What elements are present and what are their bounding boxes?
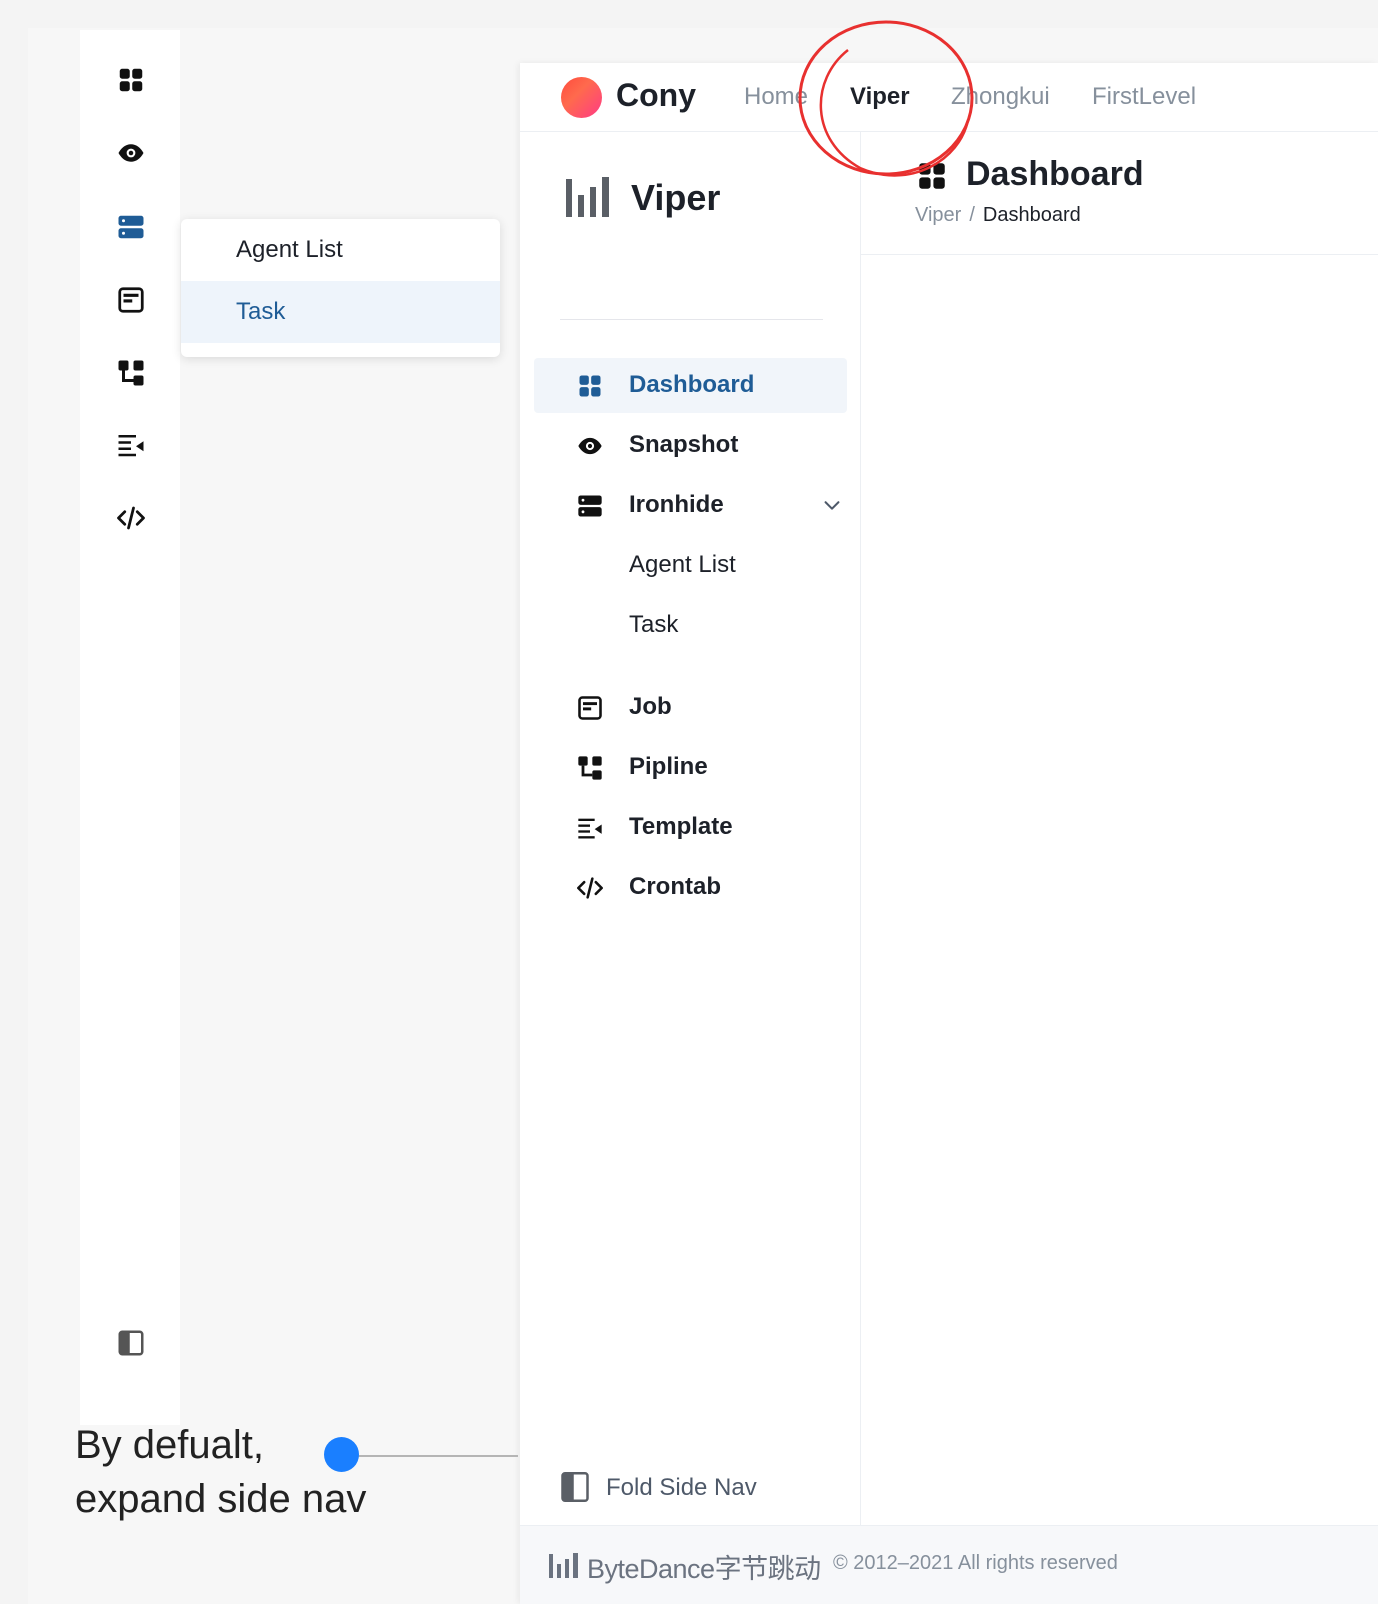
collapsed-side-rail [80, 30, 180, 1425]
server-icon [576, 492, 604, 520]
viper-logo-icon [566, 177, 609, 217]
app-name: Viper [631, 177, 721, 218]
side-nav: Viper Dashboard Snapshot Ironhide Agent … [520, 131, 861, 1526]
page-header: Dashboard Viper / Dashboard [861, 131, 1378, 255]
sidebar-item-label: Pipline [629, 753, 708, 780]
fold-side-nav-label: Fold Side Nav [606, 1474, 757, 1501]
breadcrumb-item-viper[interactable]: Viper [915, 204, 961, 226]
pipeline-icon[interactable] [116, 358, 146, 388]
sidebar-item-job[interactable]: Job [534, 680, 847, 735]
breadcrumb-separator: / [969, 204, 975, 226]
sidebar-item-dashboard[interactable]: Dashboard [534, 358, 847, 413]
top-navbar: Cony Home Viper Zhongkui FirstLevel [520, 63, 1378, 132]
topnav-home[interactable]: Home [744, 83, 808, 111]
footer-brand: ByteDance字节跳动 [587, 1554, 821, 1584]
ironhide-submenu-popover: Agent List Task [181, 219, 500, 357]
job-icon [576, 694, 604, 722]
dashboard-icon[interactable] [116, 65, 146, 95]
topnav-firstlevel[interactable]: FirstLevel [1092, 83, 1196, 111]
chevron-down-icon[interactable] [821, 494, 843, 516]
sidebar-item-label: Dashboard [629, 371, 755, 398]
brand-name: Cony [616, 77, 696, 113]
sidebar-item-ironhide[interactable]: Ironhide [534, 478, 847, 533]
sidebar-subitem-task[interactable]: Task [534, 598, 847, 653]
callout-text: By defualt, expand side nav [75, 1418, 435, 1526]
sidebar-item-crontab[interactable]: Crontab [534, 860, 847, 915]
dashboard-icon [919, 163, 945, 189]
popover-item-task[interactable]: Task [181, 281, 500, 343]
eye-icon[interactable] [116, 138, 146, 168]
code-icon[interactable] [116, 503, 146, 533]
sidebar-item-label: Crontab [629, 873, 721, 900]
sidebar-item-template[interactable]: Template [534, 800, 847, 855]
sidebar-item-label: Template [629, 813, 733, 840]
sidebar-item-label: Agent List [629, 551, 736, 578]
topnav-viper[interactable]: Viper [850, 83, 910, 111]
footer: ByteDance字节跳动 © 2012–2021 All rights res… [520, 1525, 1378, 1604]
fold-side-nav-button[interactable]: Fold Side Nav [560, 1446, 850, 1526]
template-icon[interactable] [116, 430, 146, 460]
app-window: Cony Home Viper Zhongkui FirstLevel Vipe… [520, 63, 1378, 1604]
topnav-zhongkui[interactable]: Zhongkui [951, 83, 1050, 111]
pipeline-icon [576, 754, 604, 782]
footer-copyright: © 2012–2021 All rights reserved [833, 1552, 1118, 1574]
server-icon[interactable] [116, 212, 146, 242]
eye-icon [576, 432, 604, 460]
sidebar-item-label: Ironhide [629, 491, 724, 518]
page-title: Dashboard [966, 155, 1144, 193]
template-icon [576, 814, 604, 842]
sidebar-subitem-agent-list[interactable]: Agent List [534, 538, 847, 593]
code-icon [576, 874, 604, 902]
divider [560, 319, 823, 320]
sidebar-item-label: Task [629, 611, 679, 638]
job-icon[interactable] [116, 285, 146, 315]
bytedance-logo-icon [549, 1553, 578, 1578]
callout-text-line1: By defualt, [75, 1423, 265, 1467]
sidebar-item-label: Job [629, 693, 672, 720]
sidebar-item-pipline[interactable]: Pipline [534, 740, 847, 795]
fold-panel-icon[interactable] [116, 1328, 146, 1358]
brand-logo [561, 77, 602, 118]
popover-item-agent-list[interactable]: Agent List [181, 219, 500, 281]
breadcrumb: Viper / Dashboard [915, 204, 1081, 227]
dashboard-icon [576, 372, 604, 400]
fold-panel-icon [561, 1472, 589, 1502]
sidebar-item-snapshot[interactable]: Snapshot [534, 418, 847, 473]
sidebar-item-label: Snapshot [629, 431, 739, 458]
callout-text-line2: expand side nav [75, 1477, 367, 1521]
breadcrumb-item-dashboard: Dashboard [982, 204, 1081, 226]
